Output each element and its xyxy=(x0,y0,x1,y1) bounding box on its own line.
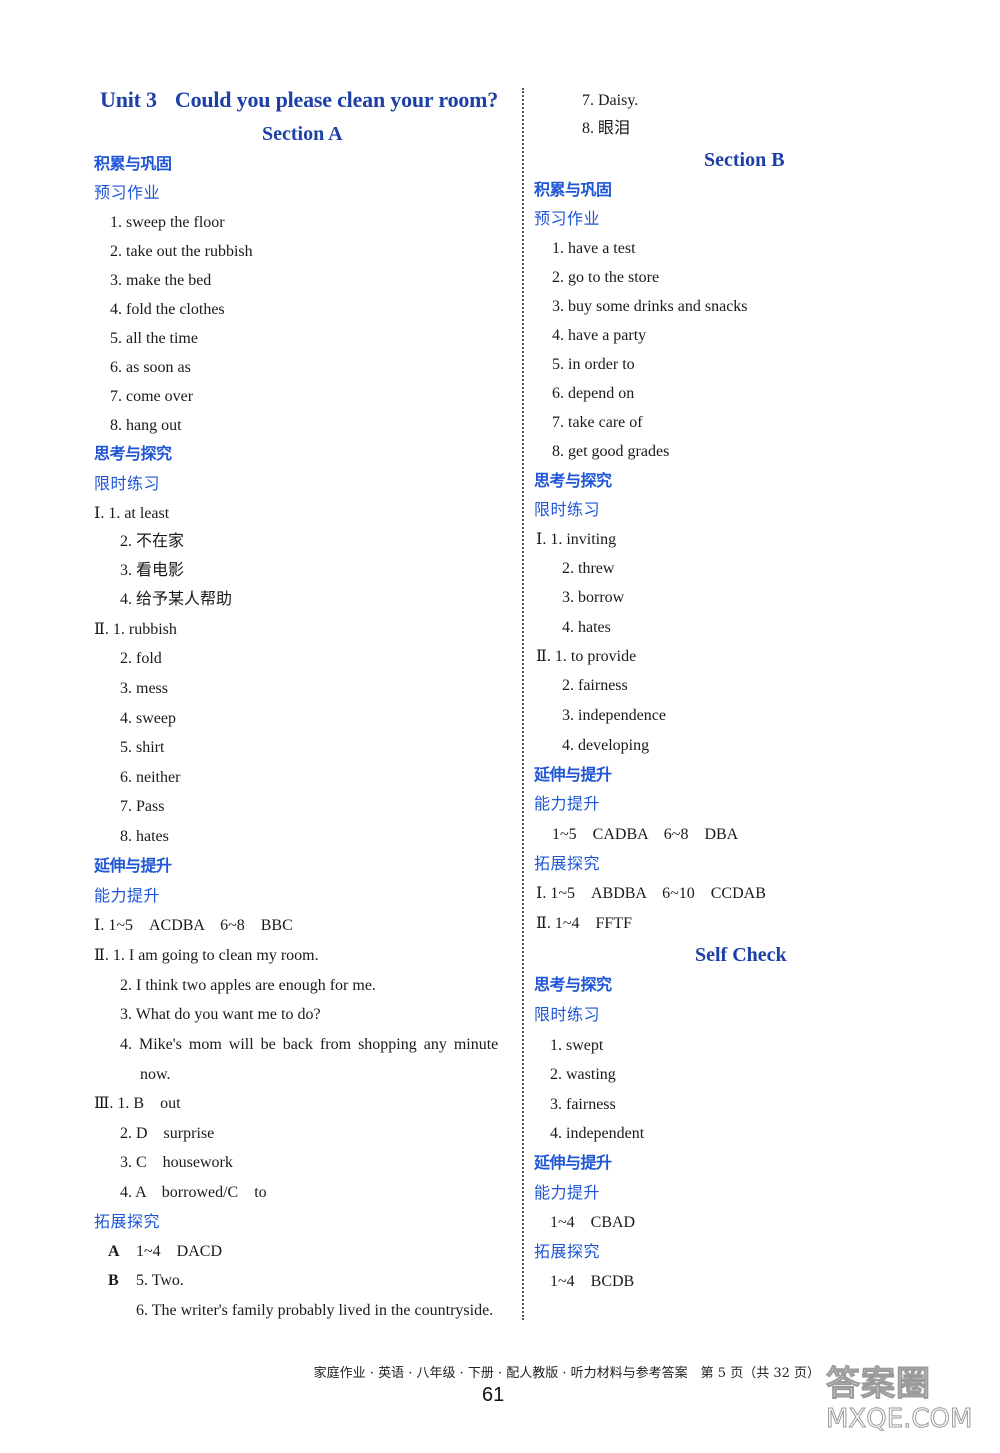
answer-item: 2. go to the store xyxy=(552,269,660,286)
subsection-heading: 预习作业 xyxy=(534,209,601,228)
answer-item: Ⅱ. 1. to provide xyxy=(536,648,637,665)
answer-item: 6. The writer's family probably lived in… xyxy=(136,1302,494,1319)
answer-item: 2. I think two apples are enough for me. xyxy=(120,977,376,994)
section-heading: 思考与探究 xyxy=(534,975,612,994)
answer-item: 2. 不在家 xyxy=(120,533,185,550)
subsection-heading: 能力提升 xyxy=(534,794,601,813)
section-heading: 延伸与提升 xyxy=(94,856,172,875)
section-heading: 延伸与提升 xyxy=(534,765,612,784)
answer-item: 6. neither xyxy=(120,769,181,786)
answer-item: B 5. Two. xyxy=(108,1271,184,1291)
answer-item: 8. 眼泪 xyxy=(582,120,631,137)
subsection-heading: 能力提升 xyxy=(94,886,161,905)
answer-item: 4. sweep xyxy=(120,710,176,727)
answer-item: Ⅰ. 1. inviting xyxy=(536,531,617,548)
answer-item: 2. D surprise xyxy=(120,1125,215,1142)
answer-item: 3. 看电影 xyxy=(120,562,185,579)
answer-item: 3. mess xyxy=(120,680,168,697)
answer-item: 1~5 CADBA 6~8 DBA xyxy=(552,826,739,843)
subsection-heading: 限时练习 xyxy=(94,474,161,493)
subsection-heading: 限时练习 xyxy=(534,1005,601,1024)
answer-item: 2. wasting xyxy=(550,1066,616,1083)
watermark-logo: 答案圈 MXQE.COM xyxy=(826,1364,996,1449)
answer-item: 4. Mike's mom will be back from shopping… xyxy=(120,1036,499,1053)
answer-item: 8. hang out xyxy=(110,417,182,434)
answer-item: 5. all the time xyxy=(110,330,198,347)
section-a-title: Section A xyxy=(262,123,343,145)
answer-item: 1. sweep the floor xyxy=(110,214,225,231)
answer-item: 4. fold the clothes xyxy=(110,301,225,318)
answer-item: 3. C housework xyxy=(120,1154,233,1171)
answer-item: 4. developing xyxy=(562,737,650,754)
answer-item: 4. A borrowed/C to xyxy=(120,1184,267,1201)
answer-item: 5. in order to xyxy=(552,356,635,373)
section-heading: 延伸与提升 xyxy=(534,1153,612,1172)
answer-item: now. xyxy=(140,1066,171,1083)
answer-item: 1. swept xyxy=(550,1037,604,1054)
answer-item: 7. Daisy. xyxy=(582,92,639,109)
answer-item: 3. What do you want me to do? xyxy=(120,1006,321,1023)
answer-item: Ⅲ. 1. B out xyxy=(94,1095,181,1112)
answer-text: 5. Two. xyxy=(136,1272,184,1289)
subsection-heading: 能力提升 xyxy=(534,1183,601,1202)
unit-title: Unit 3 Could you please clean your room? xyxy=(100,87,499,112)
subsection-heading: 预习作业 xyxy=(94,183,161,202)
section-b-title: Section B xyxy=(704,149,785,171)
answer-item: 2. fairness xyxy=(562,677,628,694)
subsection-heading: 拓展探究 xyxy=(94,1212,161,1231)
section-heading: 积累与巩固 xyxy=(94,154,172,173)
answer-item: 4. hates xyxy=(562,619,611,636)
answer-item: 4. 给予某人帮助 xyxy=(120,591,233,608)
answer-item: 3. make the bed xyxy=(110,272,212,289)
unit-label: Unit 3 xyxy=(100,87,157,112)
answer-item: 1~4 BCDB xyxy=(550,1273,635,1290)
watermark-en: MXQE.COM xyxy=(826,1404,973,1435)
column-divider xyxy=(522,88,524,1320)
answer-item: 3. buy some drinks and snacks xyxy=(552,298,748,315)
answer-item: A 1~4 DACD xyxy=(108,1242,222,1262)
answer-item: 7. Pass xyxy=(120,798,165,815)
answer-item: 3. borrow xyxy=(562,589,625,606)
answer-item: Ⅰ. 1~5 ACDBA 6~8 BBC xyxy=(94,917,293,934)
answer-item: 2. threw xyxy=(562,560,615,577)
answer-item: 7. take care of xyxy=(552,414,643,431)
section-heading: 思考与探究 xyxy=(94,444,172,463)
answer-text: 1~4 DACD xyxy=(136,1243,222,1260)
answer-item: 3. independence xyxy=(562,707,666,724)
section-heading: 积累与巩固 xyxy=(534,180,612,199)
answer-item: 2. fold xyxy=(120,650,162,667)
watermark-cn: 答案圈 xyxy=(826,1364,931,1405)
section-heading: 思考与探究 xyxy=(534,471,612,490)
answer-item: 8. hates xyxy=(120,828,169,845)
subsection-heading: 拓展探究 xyxy=(534,1242,601,1261)
answer-item: 1. have a test xyxy=(552,240,636,257)
self-check-title: Self Check xyxy=(695,944,787,966)
answer-item: Ⅰ. 1~5 ABDBA 6~10 CCDAB xyxy=(536,885,766,902)
answer-item: Ⅱ. 1. I am going to clean my room. xyxy=(94,947,319,964)
answer-item: 8. get good grades xyxy=(552,443,670,460)
part-tag: A xyxy=(108,1243,120,1260)
answer-item: 3. fairness xyxy=(550,1096,616,1113)
answer-item: 6. as soon as xyxy=(110,359,191,376)
part-tag: B xyxy=(108,1272,119,1289)
unit-name: Could you please clean your room? xyxy=(174,87,499,112)
subsection-heading: 限时练习 xyxy=(534,500,601,519)
answer-item: 1~4 CBAD xyxy=(550,1214,636,1231)
answer-item: 5. shirt xyxy=(120,739,165,756)
answer-item: 7. come over xyxy=(110,388,194,405)
answer-item: 4. have a party xyxy=(552,327,647,344)
answer-item: Ⅱ. 1~4 FFTF xyxy=(536,915,633,932)
answer-item: Ⅱ. 1. rubbish xyxy=(94,621,177,638)
answer-item: 4. independent xyxy=(550,1125,645,1142)
answer-item: 6. depend on xyxy=(552,385,635,402)
subsection-heading: 拓展探究 xyxy=(534,854,601,873)
answer-item: Ⅰ. 1. at least xyxy=(94,505,170,522)
page-footer: 家庭作业 · 英语 · 八年级 · 下册 · 配人教版 · 听力材料与参考答案 … xyxy=(313,1366,820,1381)
answer-item: 2. take out the rubbish xyxy=(110,243,253,260)
page-number: 61 xyxy=(482,1384,505,1406)
